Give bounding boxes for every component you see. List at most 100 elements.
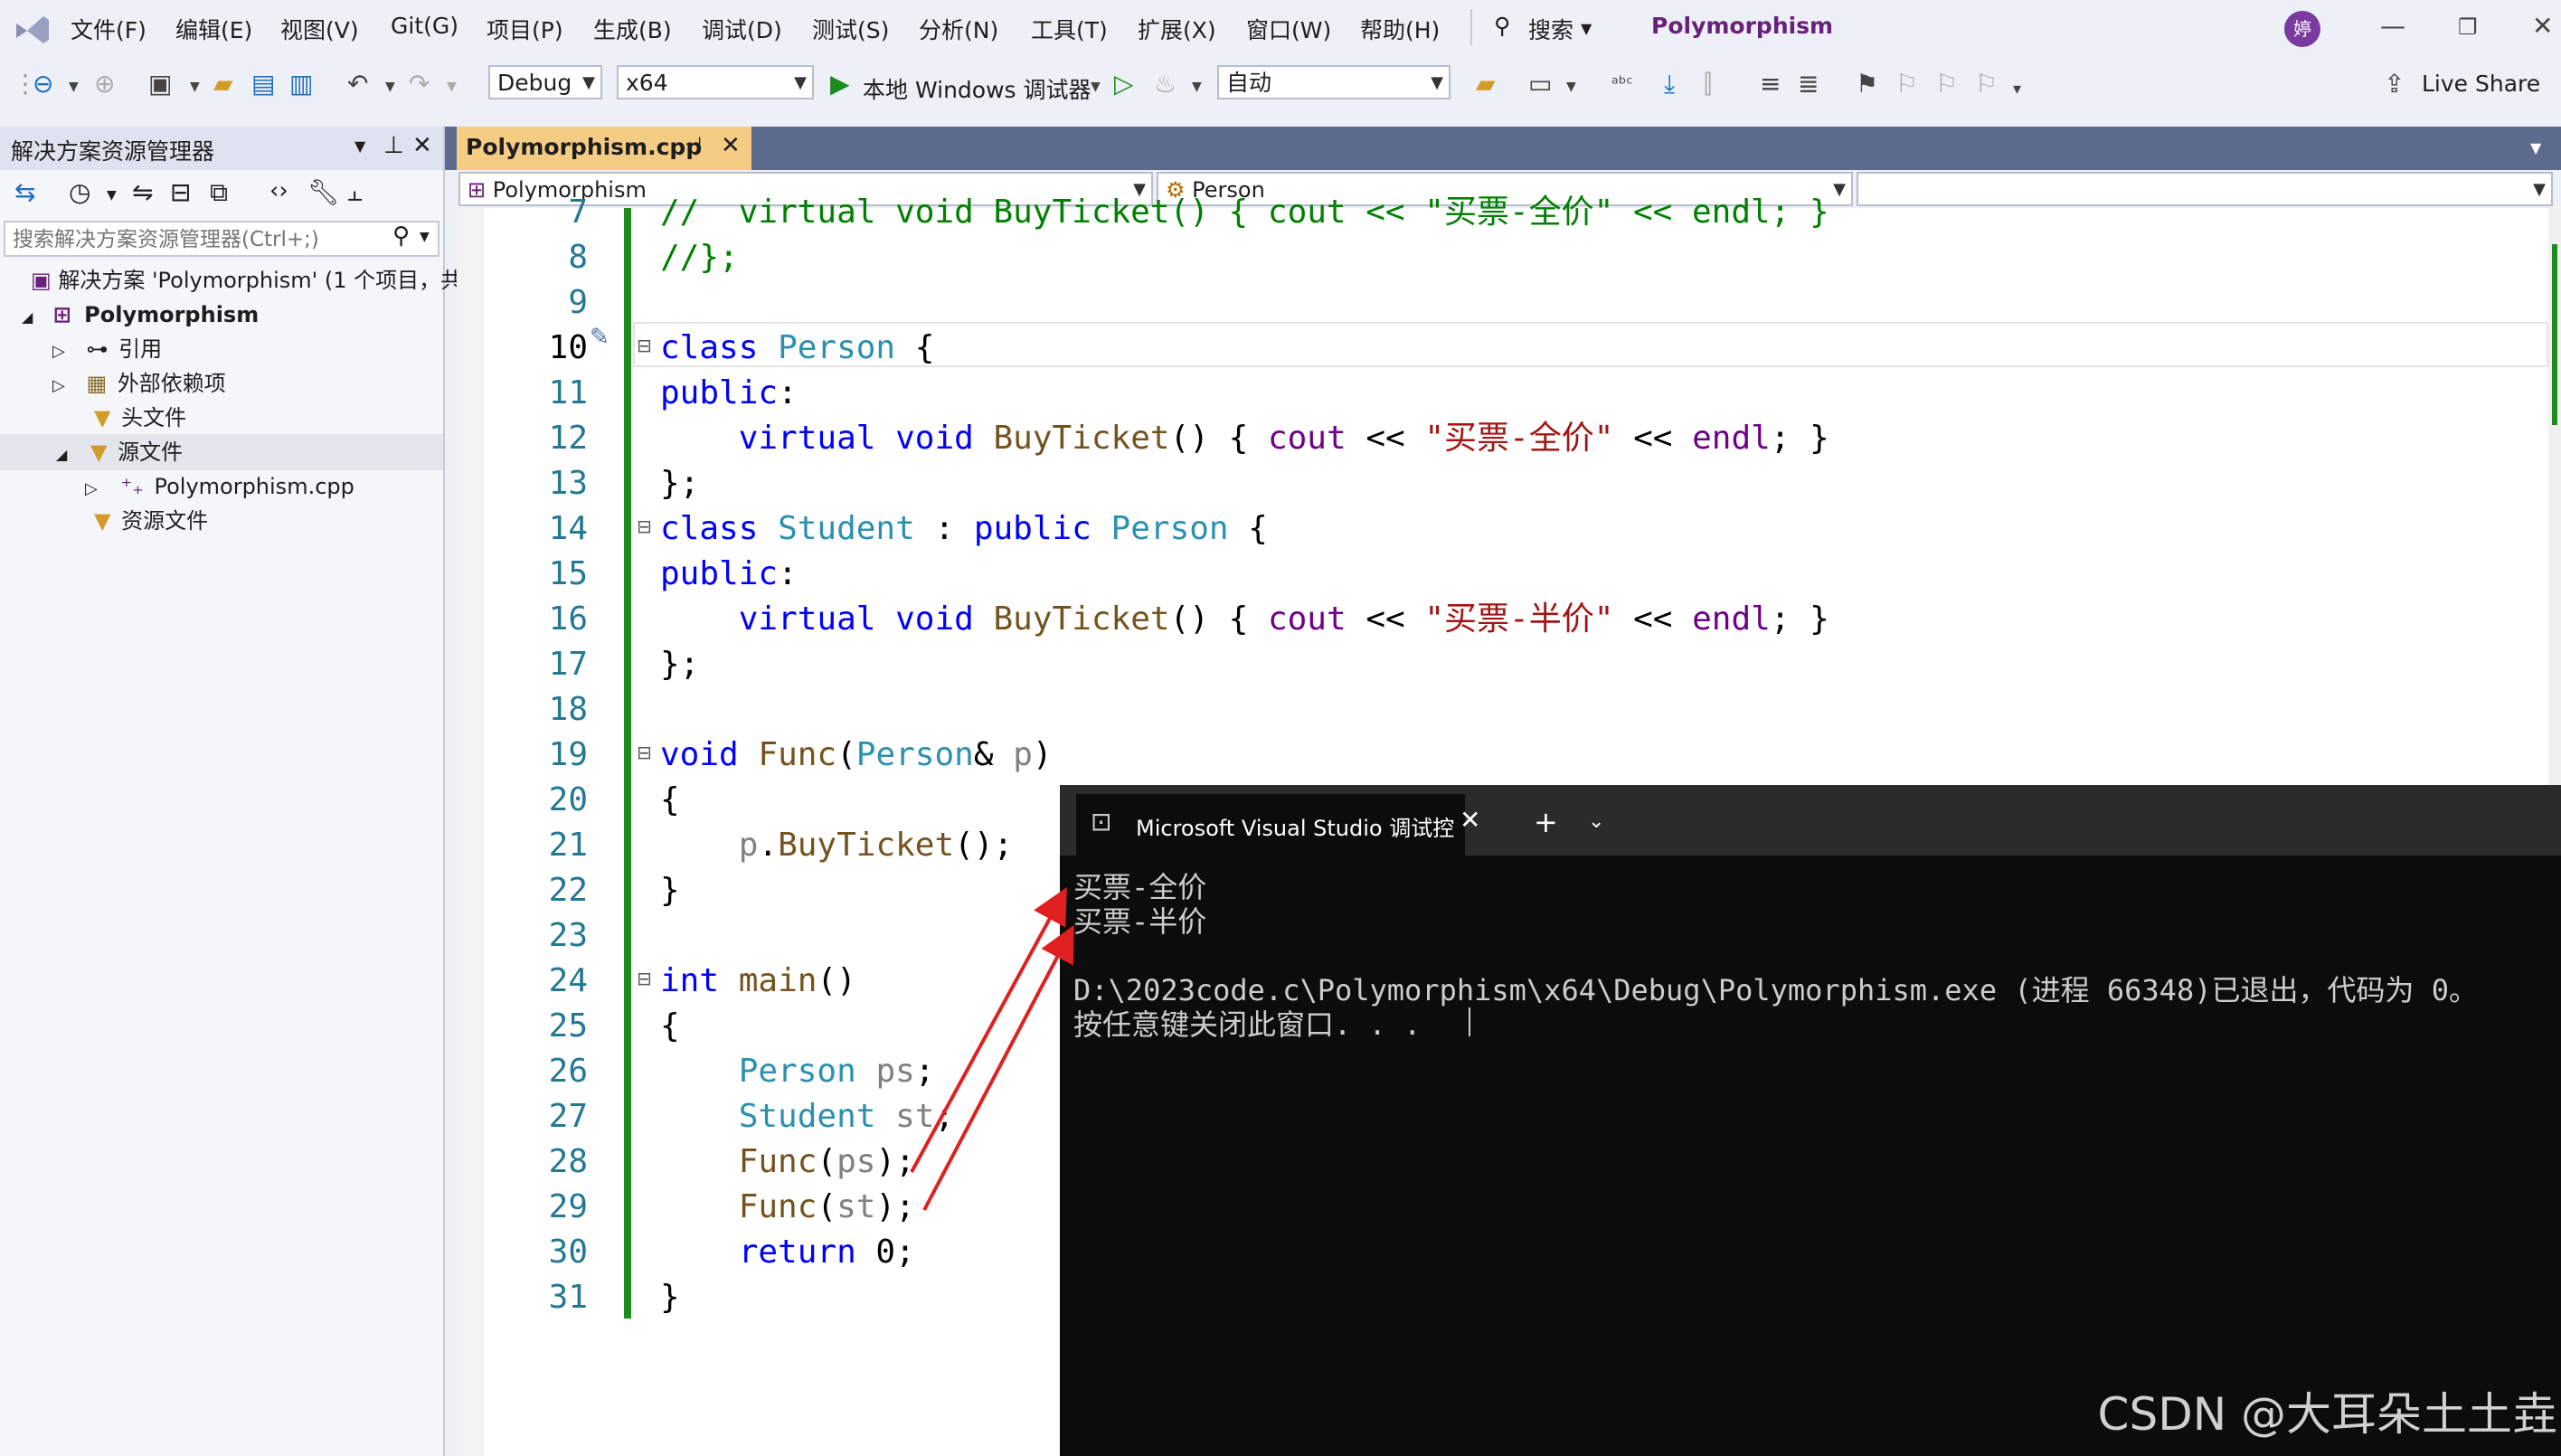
start-debug-icon[interactable]: ▶ xyxy=(830,69,850,99)
outdent-icon[interactable]: ≣ xyxy=(1798,69,1819,99)
start-without-debug-icon[interactable]: ▷ xyxy=(1114,69,1134,99)
next-bookmark-icon[interactable]: ⚐ xyxy=(1935,69,1958,99)
pin-icon[interactable]: ⊥ xyxy=(383,132,404,159)
close-tab-icon[interactable]: ✕ xyxy=(721,132,741,159)
console-tab[interactable]: ⊡ Microsoft Visual Studio 调试控 ✕ xyxy=(1076,794,1480,856)
menu-build[interactable]: 生成(B) xyxy=(593,13,672,45)
menu-help[interactable]: 帮助(H) xyxy=(1360,13,1440,45)
menu-test[interactable]: 测试(S) xyxy=(812,13,889,45)
collapse-icon[interactable]: ⊟ xyxy=(637,515,652,537)
menu-debug[interactable]: 调试(D) xyxy=(702,13,782,45)
breakpoint-icon[interactable]: ⫿ xyxy=(1704,69,1712,99)
tree-node-resource-files[interactable]: ▼ 资源文件 xyxy=(94,505,208,537)
step-icon[interactable]: ⤓ xyxy=(1664,69,1675,99)
tree-node-source-files[interactable]: ◢ ▼ 源文件 xyxy=(56,436,183,468)
tab-list-dropdown-icon[interactable]: ▼ xyxy=(2530,139,2541,156)
search-icon[interactable]: ⚲ xyxy=(1494,13,1510,39)
sync-icon[interactable]: ⇆ xyxy=(14,177,35,207)
collapse-all-icon[interactable]: ⊟ xyxy=(170,177,191,207)
open-folder-icon[interactable]: ▰ xyxy=(213,69,233,99)
show-all-files-icon[interactable]: ⧉ xyxy=(210,177,228,208)
layout-dropdown-icon[interactable]: ▼ xyxy=(1566,80,1576,94)
spellcheck-icon[interactable]: ᵃᵇᶜ xyxy=(1611,72,1633,94)
undo-icon[interactable]: ↶ xyxy=(347,69,368,99)
collapse-icon[interactable]: ⊟ xyxy=(637,742,652,763)
save-all-icon[interactable]: ▥ xyxy=(289,69,313,99)
editor-scrollbar[interactable] xyxy=(2548,208,2561,785)
member-select[interactable]: ▼ xyxy=(1857,172,2553,206)
tab-polymorphism-cpp[interactable]: Polymorphism.cpp ⊣ ✕ xyxy=(457,127,751,170)
solution-search-input[interactable] xyxy=(11,224,385,255)
new-project-icon[interactable]: ▣ xyxy=(148,69,172,99)
menu-analyze[interactable]: 分析(N) xyxy=(919,13,998,45)
hot-reload-icon[interactable]: ♨ xyxy=(1154,69,1177,99)
redo-dropdown-icon[interactable]: ▼ xyxy=(447,80,457,94)
history-dropdown-icon[interactable]: ▼ xyxy=(107,188,117,203)
minimize-icon[interactable]: — xyxy=(2380,11,2405,41)
tab-dropdown-icon[interactable]: ⌄ xyxy=(1588,810,1604,833)
restore-icon[interactable]: ❐ xyxy=(2458,14,2478,40)
tree-node-header-files[interactable]: ▼ 头文件 xyxy=(94,402,186,434)
tree-solution-row[interactable]: ▣ 解决方案 'Polymorphism' (1 个项目，共 xyxy=(31,264,462,297)
menu-git[interactable]: Git(G) xyxy=(391,13,458,39)
properties-icon[interactable]: 🔧︎ xyxy=(307,177,340,207)
start-debug-dropdown-icon[interactable]: ▼ xyxy=(1091,80,1101,94)
live-share-button[interactable]: Live Share xyxy=(2422,71,2540,97)
debug-console-window[interactable] xyxy=(1060,785,2561,1456)
menu-view[interactable]: 视图(V) xyxy=(280,13,359,45)
auto-select[interactable]: 自动 ▼ xyxy=(1217,65,1451,99)
start-debug-button[interactable]: 本地 Windows 调试器 xyxy=(863,72,1091,105)
bookmark-icon[interactable]: ⚑ xyxy=(1856,69,1878,99)
search-menu[interactable]: 搜索 xyxy=(1528,13,1573,45)
tree-node-references[interactable]: ▷ ⊶ 引用 xyxy=(52,333,162,365)
window-layout-icon[interactable]: ▭ xyxy=(1528,69,1552,99)
menu-project[interactable]: 项目(P) xyxy=(487,13,563,45)
panel-dropdown-icon[interactable]: ▼ xyxy=(354,137,365,155)
tree-node-cpp-file[interactable]: ▷ ⁺₊ Polymorphism.cpp xyxy=(85,470,354,503)
avatar[interactable]: 婷 xyxy=(2284,11,2320,47)
menu-window[interactable]: 窗口(W) xyxy=(1246,13,1331,45)
code-view-icon[interactable]: ‹› xyxy=(269,177,288,204)
back-icon[interactable]: ⊖ xyxy=(33,69,53,99)
platform-select[interactable]: x64 ▼ xyxy=(617,65,814,99)
tree-node-external-deps[interactable]: ▷ ▦ 外部依赖项 xyxy=(52,367,226,400)
close-window-icon[interactable]: ✕ xyxy=(2532,11,2553,41)
indent-icon[interactable]: ≡ xyxy=(1760,69,1781,99)
close-panel-icon[interactable]: ✕ xyxy=(412,132,432,159)
expand-down-icon[interactable]: ◢ xyxy=(56,446,67,463)
prev-bookmark-icon[interactable]: ⚐ xyxy=(1895,69,1918,99)
new-tab-icon[interactable]: + xyxy=(1534,805,1558,839)
expand-down-icon[interactable]: ◢ xyxy=(22,308,33,326)
collapse-icon[interactable]: ⊟ xyxy=(637,335,652,356)
menu-file[interactable]: 文件(F) xyxy=(71,13,146,45)
expand-right-icon[interactable]: ▷ xyxy=(85,479,98,498)
menu-edit[interactable]: 编辑(E) xyxy=(175,13,252,45)
new-project-dropdown-icon[interactable]: ▼ xyxy=(190,80,200,94)
expand-right-icon[interactable]: ▷ xyxy=(52,342,65,361)
solution-search-box[interactable]: ⚲ ▼ xyxy=(4,221,439,257)
clear-bookmarks-icon[interactable]: ⚐ xyxy=(1975,69,1998,99)
close-console-tab-icon[interactable]: ✕ xyxy=(1460,805,1480,835)
solution-folder-icon[interactable]: ▰ xyxy=(1476,69,1496,99)
save-icon[interactable]: ▤ xyxy=(251,69,275,99)
search-icon[interactable]: ⚲ xyxy=(392,222,410,250)
undo-dropdown-icon[interactable]: ▼ xyxy=(385,80,395,94)
menu-tools[interactable]: 工具(T) xyxy=(1031,13,1108,45)
forward-icon[interactable]: ⊕ xyxy=(94,69,115,99)
switch-views-icon[interactable]: ⇋ xyxy=(132,177,153,207)
back-dropdown-icon[interactable]: ▼ xyxy=(69,80,79,94)
history-icon[interactable]: ◷ xyxy=(69,177,90,207)
redo-icon[interactable]: ↷ xyxy=(409,69,430,99)
live-share-icon[interactable]: ⇪ xyxy=(2384,69,2405,99)
collapse-icon[interactable]: ⊟ xyxy=(637,968,652,989)
pin-tab-icon[interactable]: ⊣ xyxy=(685,134,702,156)
preview-icon[interactable]: ⫠ xyxy=(347,177,363,208)
menu-extensions[interactable]: 扩展(X) xyxy=(1138,13,1216,45)
tree-project-row[interactable]: ◢ ⊞ Polymorphism xyxy=(22,298,259,331)
search-options-icon[interactable]: ▼ xyxy=(420,230,430,244)
hot-reload-dropdown-icon[interactable]: ▼ xyxy=(1192,80,1202,94)
configuration-select[interactable]: Debug ▼ xyxy=(488,65,602,99)
toolbar-overflow-icon[interactable]: ▾ xyxy=(2013,80,2021,99)
expand-right-icon[interactable]: ▷ xyxy=(52,376,65,395)
search-dropdown-icon[interactable]: ▼ xyxy=(1581,20,1592,37)
